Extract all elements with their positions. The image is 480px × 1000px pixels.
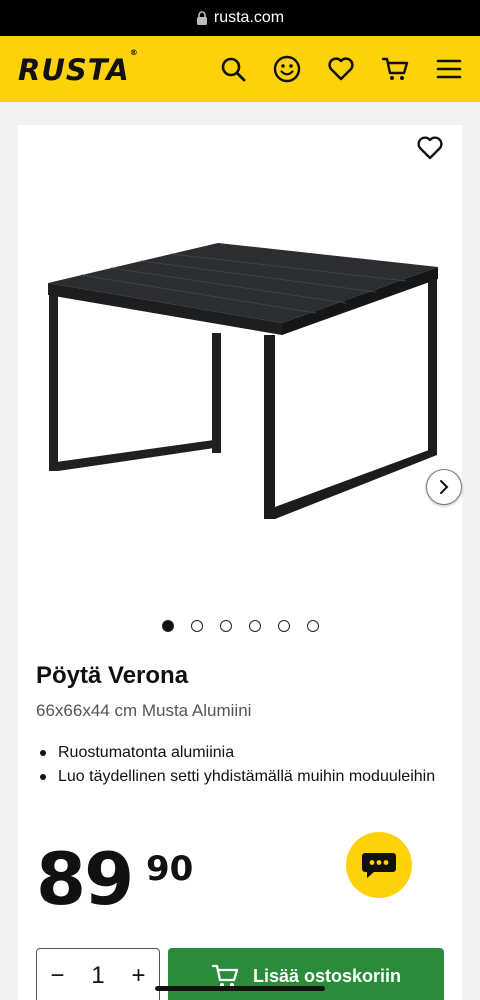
pagination-dot[interactable] (306, 620, 319, 632)
price: 89 90 (36, 837, 193, 921)
site-header: RUSTA® (0, 36, 480, 102)
pagination-dot[interactable] (190, 620, 203, 632)
chevron-right-icon (440, 480, 449, 494)
url-text: rusta.com (213, 9, 285, 26)
decrease-quantity-button[interactable]: − (50, 962, 64, 990)
add-to-cart-label: Lisää ostoskoriin (252, 965, 402, 986)
chat-bubble-icon (362, 853, 396, 878)
chat-button[interactable] (346, 832, 412, 898)
product-subtitle: 66x66x44 cm Musta Alumiini (36, 701, 252, 720)
pagination-dot[interactable] (219, 620, 232, 632)
quantity-value[interactable]: 1 (91, 962, 104, 990)
feature-item: Luo täydellinen setti yhdistämällä muihi… (36, 765, 436, 789)
quantity-stepper: − 1 + (36, 948, 160, 1000)
add-to-cart-button[interactable]: Lisää ostoskoriin (168, 948, 444, 1000)
menu-hamburger-icon[interactable] (434, 54, 464, 84)
pagination-dot[interactable] (277, 620, 290, 632)
favorite-heart-icon[interactable] (416, 135, 446, 165)
lock-icon (196, 11, 207, 25)
increase-quantity-button[interactable]: + (132, 962, 146, 990)
cart-icon[interactable] (380, 54, 410, 84)
image-pagination (18, 620, 462, 634)
pagination-dot[interactable] (161, 620, 174, 632)
price-main: 89 (36, 837, 134, 921)
browser-url-bar[interactable]: rusta.com (0, 0, 480, 36)
wishlist-heart-icon[interactable] (326, 54, 356, 84)
product-card: Pöytä Verona 66x66x44 cm Musta Alumiini … (18, 125, 462, 1000)
home-indicator (155, 986, 325, 991)
search-icon[interactable] (218, 54, 248, 84)
account-smiley-icon[interactable] (272, 54, 302, 84)
pagination-dot[interactable] (248, 620, 261, 632)
product-title: Pöytä Verona (36, 662, 189, 689)
next-image-button[interactable] (426, 469, 462, 505)
product-image[interactable] (36, 225, 462, 545)
feature-item: Ruostumatonta alumiinia (36, 741, 436, 765)
feature-list: Ruostumatonta alumiinia Luo täydellinen … (36, 741, 436, 789)
rusta-logo[interactable]: RUSTA® (18, 48, 139, 87)
price-decimals: 90 (146, 849, 194, 889)
